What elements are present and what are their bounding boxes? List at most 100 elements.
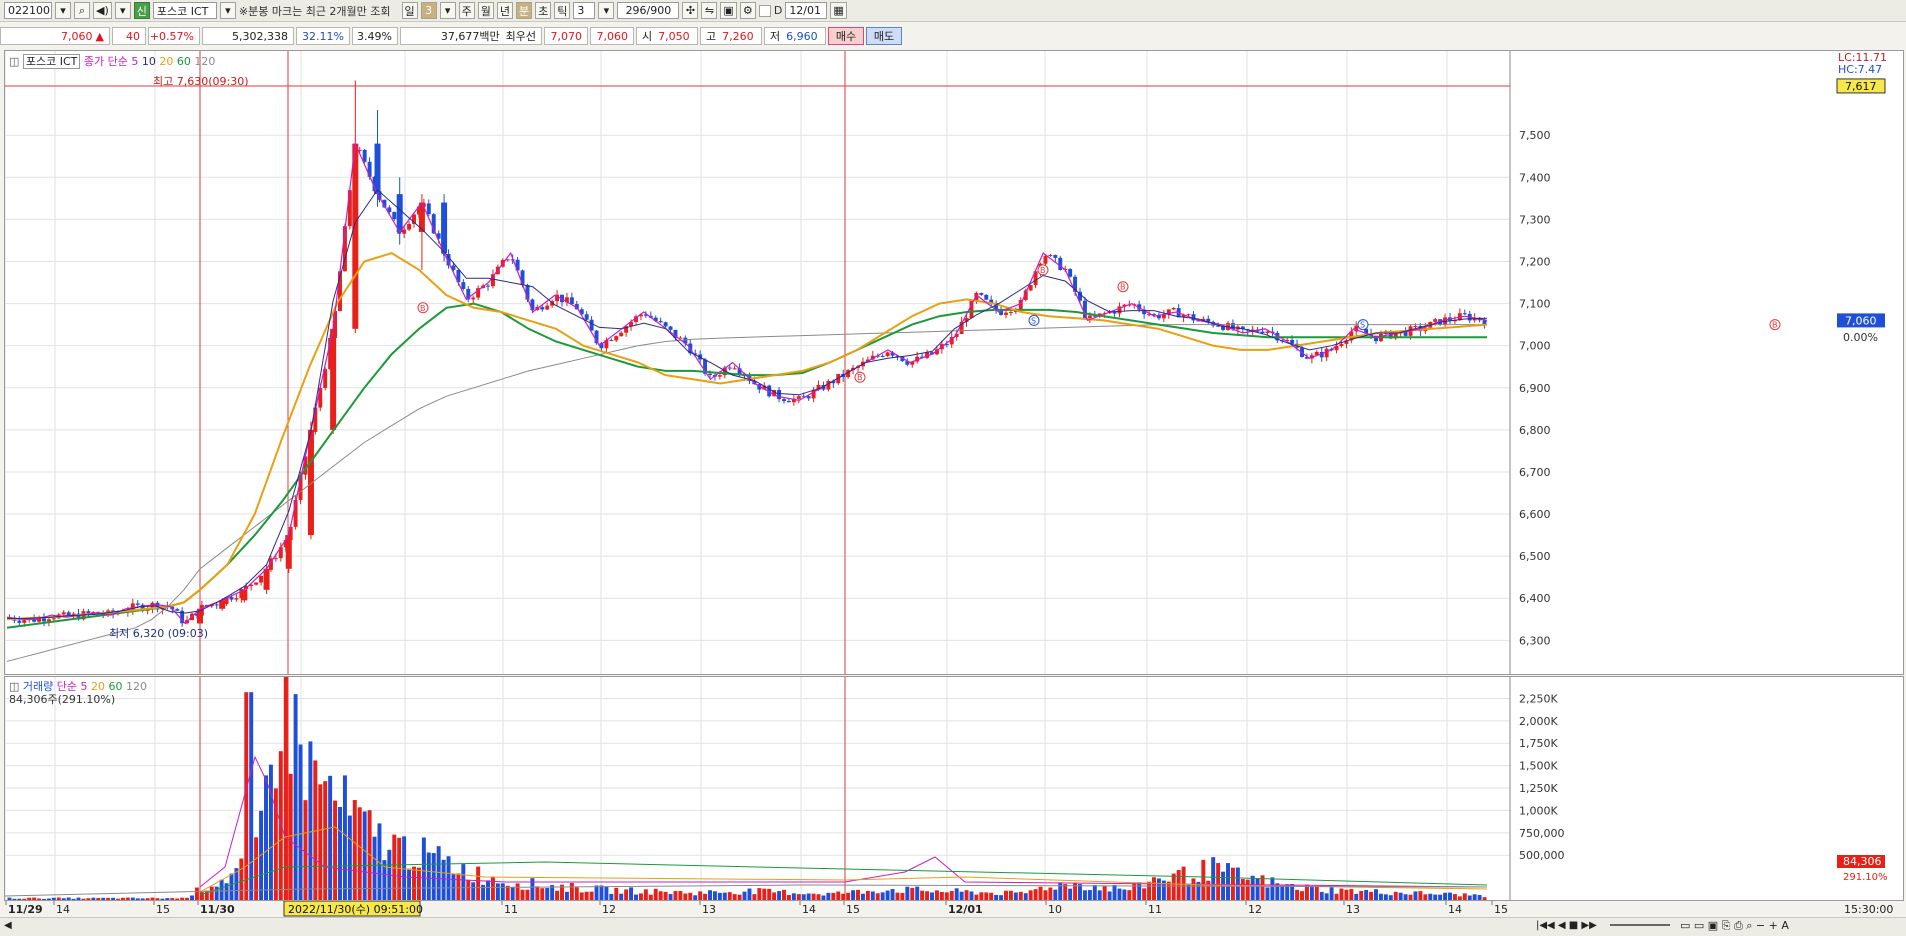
price-tick-label: 7,500 [1519, 129, 1551, 142]
volume-bar [486, 880, 490, 900]
volume-bar [436, 846, 441, 900]
volume-bar [737, 894, 742, 900]
tab-n-day[interactable]: 3 [420, 2, 437, 19]
count-field[interactable]: 296/900 [617, 2, 680, 19]
tab-week[interactable]: 주 [458, 2, 475, 19]
volume-bar [1028, 890, 1033, 900]
zoom-slider[interactable] [1610, 924, 1670, 926]
stock-code-input[interactable]: 022100 [4, 2, 52, 19]
volume-bar [569, 882, 574, 900]
stock-name-dropdown-button[interactable]: ▾ [219, 2, 236, 19]
volume-bar [1309, 887, 1314, 900]
volume-bar [86, 898, 91, 900]
stock-name-field[interactable]: 포스코 ICT [152, 2, 217, 19]
volume-bar [471, 882, 476, 900]
scroll-left-icon[interactable]: ◀ [4, 920, 12, 931]
volume-tick-label: 500,000 [1519, 849, 1565, 862]
volume-bar [111, 897, 116, 900]
settings-plus-icon[interactable]: ✣ [682, 2, 699, 19]
n-day-dropdown-button[interactable]: ▾ [439, 2, 456, 19]
volume-bar [1201, 859, 1206, 900]
buy-button[interactable]: 매수 [828, 27, 864, 45]
low-annotation: 최저 6,320 (09:03) [109, 627, 208, 640]
save-icon[interactable]: ▣ [720, 2, 737, 19]
volume-bar [1428, 893, 1433, 900]
bottom-scrollbar[interactable]: ◀ |◀◀ ◀ ■ ▶▶ ▭ ▭ ▣ ⎘ ⎙ ⌕ − + A [0, 917, 1906, 936]
date-checkbox[interactable] [758, 4, 771, 17]
candle-body [273, 558, 278, 560]
speaker-icon[interactable]: ◀) [93, 2, 112, 19]
price-tick-label: 7,200 [1519, 255, 1551, 268]
volume-bar [461, 864, 466, 900]
sell-button[interactable]: 매도 [866, 27, 902, 45]
volume-bar [930, 892, 934, 900]
volume-bar [120, 897, 125, 900]
volume-bar [786, 895, 791, 900]
interval-field[interactable]: 3 [573, 2, 596, 19]
volume-bar [856, 889, 860, 900]
trade-marker-letter: B [1040, 266, 1046, 275]
up-arrow-icon: ▲ [95, 29, 104, 43]
volume-bar [288, 773, 293, 900]
interval-dropdown-button[interactable]: ▾ [598, 2, 615, 19]
candle-body [1068, 269, 1073, 277]
search-icon[interactable]: ⌕ [74, 2, 90, 19]
tab-second[interactable]: 초 [535, 2, 552, 19]
volume-bar [1023, 893, 1028, 900]
candle-body [777, 389, 782, 400]
volume-bar [125, 897, 130, 900]
gear-icon[interactable]: ⚙ [739, 2, 756, 19]
volume-bar [806, 893, 811, 900]
current-price-value: 7,060 [61, 29, 93, 43]
speaker-dropdown-button[interactable]: ▾ [114, 2, 131, 19]
volume-bar [446, 856, 451, 900]
volume-bar [1295, 889, 1300, 900]
candle-body [330, 328, 337, 430]
price-chart[interactable]: 7,500 7,400 7,300 7,200 7,100 7,000 6,900 6,800… [5, 51, 1903, 674]
volume-bar [895, 892, 900, 900]
volume-bar [708, 890, 712, 900]
zoom-tools-icon[interactable]: ▭ ▭ ▣ ⎘ ⎙ ⌕ − + A [1680, 919, 1789, 933]
candle-body [663, 322, 668, 327]
volume-bar [954, 888, 959, 900]
nav-first-icon[interactable]: |◀◀ ◀ ■ ▶▶ [1536, 920, 1597, 931]
candle-body [1186, 314, 1191, 316]
volume-bar [1048, 887, 1053, 900]
trade-marker-letter: B [1120, 283, 1126, 292]
new-badge: 신 [133, 2, 150, 19]
tab-tick[interactable]: 틱 [554, 2, 571, 19]
volume-bar [1122, 889, 1127, 900]
trade-marker: B [1037, 264, 1049, 276]
code-dropdown-button[interactable]: ▾ [55, 2, 71, 19]
volume-panel[interactable]: 2,250K 2,000K 1,750K 1,500K 1,250K 1,000K 750,… [4, 676, 1904, 901]
price-panel[interactable]: 7,500 7,400 7,300 7,200 7,100 7,000 6,900 6,800… [4, 50, 1904, 675]
volume-current: 84,306주(291.10%) [9, 693, 116, 706]
tab-minute[interactable]: 분 [516, 2, 533, 19]
volume-bar [12, 898, 17, 900]
date-input[interactable]: 12/01 [785, 2, 828, 19]
volume-bar [219, 879, 224, 900]
volume-chart[interactable]: 2,250K 2,000K 1,750K 1,500K 1,250K 1,000K 750,… [5, 677, 1903, 900]
volume-bar [1339, 888, 1344, 900]
tab-year[interactable]: 년 [496, 2, 514, 19]
candle-body [668, 326, 673, 330]
calendar-icon[interactable]: ▦ [830, 2, 847, 19]
volume-bar [885, 890, 890, 900]
tab-month[interactable]: 월 [477, 2, 494, 19]
trade-marker: S [1357, 319, 1369, 331]
tab-day[interactable]: 일 [401, 2, 418, 19]
legend-toggle-icon[interactable]: ◫ [9, 55, 19, 68]
volume-bar [1008, 890, 1013, 900]
volume-bar [1063, 884, 1068, 900]
x-tick-label: 12 [1248, 903, 1262, 916]
volume-bar [1250, 875, 1255, 900]
volume-bar [308, 741, 313, 900]
x-tick-label: 12 [602, 903, 616, 916]
volume-bar [190, 895, 194, 900]
volume-bar [1087, 890, 1092, 900]
volume-bar [668, 894, 673, 900]
cursor-time-label: 2022/11/30(수) 09:51:00 [288, 903, 423, 916]
compare-icon[interactable]: ⇋ [701, 2, 718, 19]
volume-bar [1156, 878, 1161, 900]
volume-bar [239, 858, 244, 900]
